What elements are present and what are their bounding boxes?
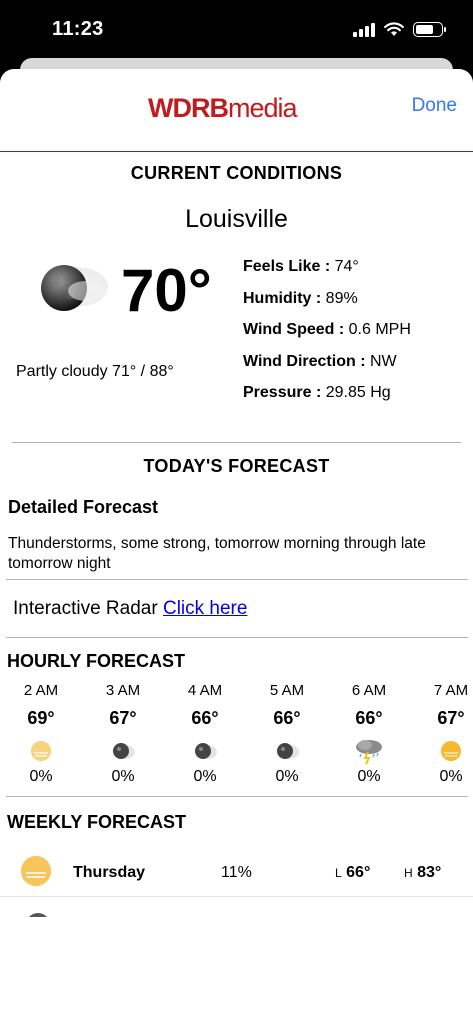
weekly-precip: 11% bbox=[221, 864, 252, 881]
status-bar: 11:23 bbox=[0, 0, 473, 58]
sun-haze-icon bbox=[21, 856, 51, 886]
hourly-forecast-strip[interactable]: 2 AM 69° 0% 3 AM 67° 0% 4 AM 66° 0% 5 AM… bbox=[0, 682, 473, 798]
detail-wind-speed: Wind Speed : 0.6 MPH bbox=[243, 321, 411, 338]
weekly-day: Thursday bbox=[73, 864, 146, 881]
moon-cloud-icon bbox=[195, 743, 217, 759]
modal-sheet: WDRBmedia Done CURRENT CONDITIONS Louisv… bbox=[0, 69, 473, 1024]
thunderstorm-icon bbox=[356, 740, 382, 765]
weekly-forecast-title: WEEKLY FORECAST bbox=[7, 812, 187, 832]
radar-link[interactable]: Click here bbox=[163, 598, 247, 619]
hourly-item: 4 AM 66° 0% bbox=[187, 682, 223, 785]
status-icons bbox=[353, 22, 446, 37]
weekly-high: H 83° bbox=[404, 864, 442, 881]
hourly-forecast-title: HOURLY FORECAST bbox=[7, 651, 186, 671]
battery-icon bbox=[413, 22, 446, 37]
done-button[interactable]: Done bbox=[412, 95, 457, 117]
divider bbox=[12, 442, 461, 443]
hourly-item: 6 AM 66° 0% bbox=[351, 682, 387, 785]
divider bbox=[6, 796, 468, 797]
moon-cloud-icon bbox=[113, 743, 135, 759]
detail-pressure: Pressure : 29.85 Hg bbox=[243, 384, 391, 401]
hourly-item: 2 AM 69° 0% bbox=[23, 682, 59, 785]
wifi-icon bbox=[384, 22, 404, 36]
detail-feels-like: Feels Like : 74° bbox=[243, 258, 359, 275]
weather-icon-partial bbox=[22, 909, 54, 917]
partly-cloudy-night-icon bbox=[41, 265, 108, 311]
detail-wind-direction: Wind Direction : NW bbox=[243, 352, 397, 370]
moon-haze-icon bbox=[31, 741, 51, 761]
cellular-signal-icon bbox=[353, 22, 375, 37]
conditions-details: Feels Like : 74° Humidity : 89% Wind Spe… bbox=[243, 257, 411, 415]
status-time: 11:23 bbox=[52, 18, 104, 40]
conditions-summary: Partly cloudy 71° / 88° bbox=[16, 363, 174, 380]
weekly-row[interactable]: Thursday 11% L 66° H 83° bbox=[0, 851, 473, 897]
interactive-radar: Interactive Radar Click here bbox=[13, 598, 248, 619]
weekly-low: L 66° bbox=[335, 864, 371, 881]
sheet-header: WDRBmedia Done bbox=[0, 69, 473, 152]
detailed-forecast-text: Thunderstorms, some strong, tomorrow mor… bbox=[8, 535, 426, 572]
hourly-item: 7 AM 67° 0% bbox=[433, 682, 469, 785]
city-name: Louisville bbox=[185, 205, 288, 233]
hourly-item: 3 AM 67° 0% bbox=[105, 682, 141, 785]
hourly-item: 5 AM 66° 0% bbox=[269, 682, 305, 785]
divider bbox=[6, 637, 468, 638]
divider bbox=[6, 579, 468, 580]
moon-cloud-icon bbox=[277, 743, 299, 759]
current-conditions-title: CURRENT CONDITIONS bbox=[130, 163, 343, 183]
todays-forecast-title: TODAY'S FORECAST bbox=[143, 456, 330, 476]
current-temperature: 70° bbox=[121, 257, 212, 324]
detail-humidity: Humidity : 89% bbox=[243, 289, 358, 307]
detailed-forecast-title: Detailed Forecast bbox=[8, 497, 159, 517]
wdrb-media-logo: WDRBmedia bbox=[148, 93, 298, 123]
sun-haze-icon bbox=[441, 741, 461, 761]
